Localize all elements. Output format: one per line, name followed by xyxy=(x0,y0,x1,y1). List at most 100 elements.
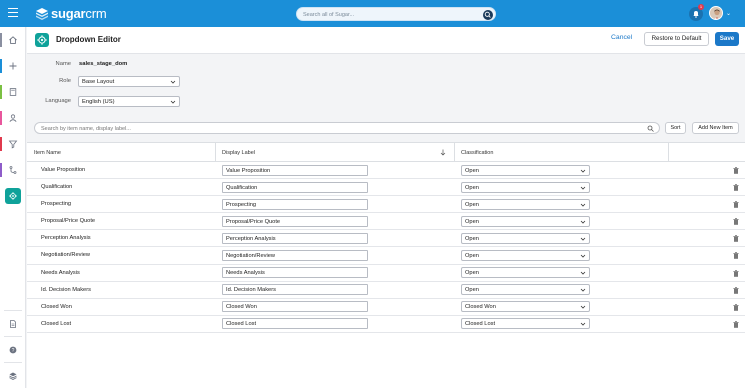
table-row[interactable]: Closed Won Closed Won Closed Won xyxy=(27,298,745,316)
classification-value: Open xyxy=(465,287,479,294)
sidebar-item-layers[interactable] xyxy=(0,367,26,385)
display-label-input[interactable]: Prospecting xyxy=(222,198,368,210)
display-label-value: Perception Analysis xyxy=(226,235,276,242)
classification-select[interactable]: Open xyxy=(461,198,590,210)
column-header-classification[interactable]: Classification xyxy=(461,150,493,156)
sidebar-divider xyxy=(4,310,22,311)
trash-icon[interactable] xyxy=(733,235,739,243)
save-button[interactable]: Save xyxy=(715,32,739,46)
chevron-down-icon xyxy=(580,254,586,258)
chevron-down-icon xyxy=(580,169,586,173)
classification-select[interactable]: Closed Won xyxy=(461,301,590,313)
table-row[interactable]: Proposal/Price Quote Proposal/Price Quote… xyxy=(27,213,745,231)
display-label-input[interactable]: Negotiation/Review xyxy=(222,249,368,261)
table-header: Item Name Display Label Classification xyxy=(27,142,745,162)
sidebar-item-home[interactable] xyxy=(0,31,26,49)
classification-value: Open xyxy=(465,184,479,191)
global-search-input[interactable]: Search all of Sugar... xyxy=(296,7,496,21)
classification-value: Open xyxy=(465,218,479,225)
item-name: Closed Lost xyxy=(41,320,72,327)
classification-value: Open xyxy=(465,270,479,277)
item-name: Id. Decision Makers xyxy=(41,286,91,293)
sort-button[interactable]: Sort xyxy=(665,122,686,134)
classification-value: Open xyxy=(465,167,479,174)
search-button[interactable] xyxy=(483,9,493,20)
display-label-input[interactable]: Qualification xyxy=(222,181,368,193)
table-row[interactable]: Value Proposition Value Proposition Open xyxy=(27,162,745,180)
column-divider xyxy=(454,143,455,162)
display-label-input[interactable]: Needs Analysis xyxy=(222,267,368,279)
sidebar-item-process[interactable] xyxy=(0,161,26,179)
trash-icon[interactable] xyxy=(733,303,739,311)
trash-icon[interactable] xyxy=(733,321,739,328)
sidebar-item-help[interactable]: ? xyxy=(0,341,26,359)
classification-select[interactable]: Open xyxy=(461,181,590,193)
classification-select[interactable]: Open xyxy=(461,284,590,296)
sugarcrm-logo[interactable]: sugarcrm xyxy=(36,5,107,22)
sugarcube-logo-icon xyxy=(36,7,48,20)
plus-icon xyxy=(9,62,17,70)
language-select-value: English (US) xyxy=(82,99,115,105)
display-label-input[interactable]: Id. Decision Makers xyxy=(222,284,368,296)
classification-value: Open xyxy=(465,201,479,208)
classification-select[interactable]: Closed Lost xyxy=(461,318,590,330)
trash-icon[interactable] xyxy=(733,286,739,294)
user-photo-icon xyxy=(710,7,722,19)
sidebar-item-contacts[interactable] xyxy=(0,109,26,127)
display-label-input[interactable]: Closed Lost xyxy=(222,318,368,330)
sidebar-divider xyxy=(4,336,22,337)
item-search-input[interactable]: Search by item name, display label... xyxy=(34,122,660,134)
sidebar-item-filters[interactable] xyxy=(0,135,26,153)
sidebar-item-quotes[interactable] xyxy=(0,83,26,101)
item-name: Closed Won xyxy=(41,303,72,310)
gear-icon xyxy=(9,192,17,200)
table-row[interactable]: Qualification Qualification Open xyxy=(27,179,745,197)
user-menu-chevron-icon[interactable]: ⌄ xyxy=(726,10,731,17)
display-label-input[interactable]: Proposal/Price Quote xyxy=(222,215,368,227)
table-row[interactable]: Prospecting Prospecting Open xyxy=(27,196,745,214)
chevron-down-icon xyxy=(170,100,176,104)
chevron-down-icon xyxy=(580,220,586,224)
column-header-display-label[interactable]: Display Label xyxy=(222,150,255,156)
document-icon xyxy=(10,320,16,328)
cancel-button[interactable]: Cancel xyxy=(611,34,632,41)
trash-icon[interactable] xyxy=(733,201,739,208)
trash-icon[interactable] xyxy=(733,184,739,191)
column-header-item-name[interactable]: Item Name xyxy=(34,150,61,156)
trash-icon[interactable] xyxy=(733,252,739,260)
table-row[interactable]: Negotiation/Review Negotiation/Review Open xyxy=(27,247,745,265)
sidebar-item-documents[interactable] xyxy=(0,315,26,333)
classification-select[interactable]: Open xyxy=(461,232,590,244)
user-avatar[interactable] xyxy=(709,6,723,20)
trash-icon[interactable] xyxy=(733,167,739,174)
display-label-input[interactable]: Perception Analysis xyxy=(222,232,368,244)
item-name: Negotiation/Review xyxy=(41,252,91,259)
page-title: Dropdown Editor xyxy=(56,35,121,44)
trash-icon[interactable] xyxy=(733,218,739,226)
name-value: sales_stage_dom xyxy=(79,61,128,67)
display-label-value: Negotiation/Review xyxy=(226,252,276,259)
role-select[interactable]: Base Layout xyxy=(78,76,180,87)
table-row[interactable]: Closed Lost Closed Lost Closed Lost xyxy=(27,315,745,333)
table-row[interactable]: Needs Analysis Needs Analysis Open xyxy=(27,264,745,282)
sidebar-item-admin[interactable] xyxy=(0,187,26,205)
trash-icon[interactable] xyxy=(733,269,739,277)
sidebar-item-quick-create[interactable] xyxy=(0,57,26,75)
table-row[interactable]: Id. Decision Makers Id. Decision Makers Op… xyxy=(27,281,745,299)
search-icon xyxy=(647,125,654,132)
page-header: Dropdown Editor Cancel Restore to Defaul… xyxy=(27,27,745,54)
classification-select[interactable]: Open xyxy=(461,164,590,176)
global-search-placeholder: Search all of Sugar... xyxy=(303,11,355,18)
sort-arrow-down-icon[interactable] xyxy=(440,149,446,156)
hamburger-menu-icon[interactable] xyxy=(8,8,18,18)
display-label-value: Closed Lost xyxy=(226,321,257,328)
display-label-input[interactable]: Closed Won xyxy=(222,301,368,313)
add-new-item-button[interactable]: Add New Item xyxy=(692,122,739,134)
classification-select[interactable]: Open xyxy=(461,249,590,261)
restore-to-default-button[interactable]: Restore to Default xyxy=(644,32,709,46)
language-select[interactable]: English (US) xyxy=(78,96,180,107)
display-label-input[interactable]: Value Proposition xyxy=(222,164,368,176)
table-row[interactable]: Perception Analysis Perception Analysis Op… xyxy=(27,230,745,248)
classification-select[interactable]: Open xyxy=(461,215,590,227)
classification-select[interactable]: Open xyxy=(461,267,590,279)
